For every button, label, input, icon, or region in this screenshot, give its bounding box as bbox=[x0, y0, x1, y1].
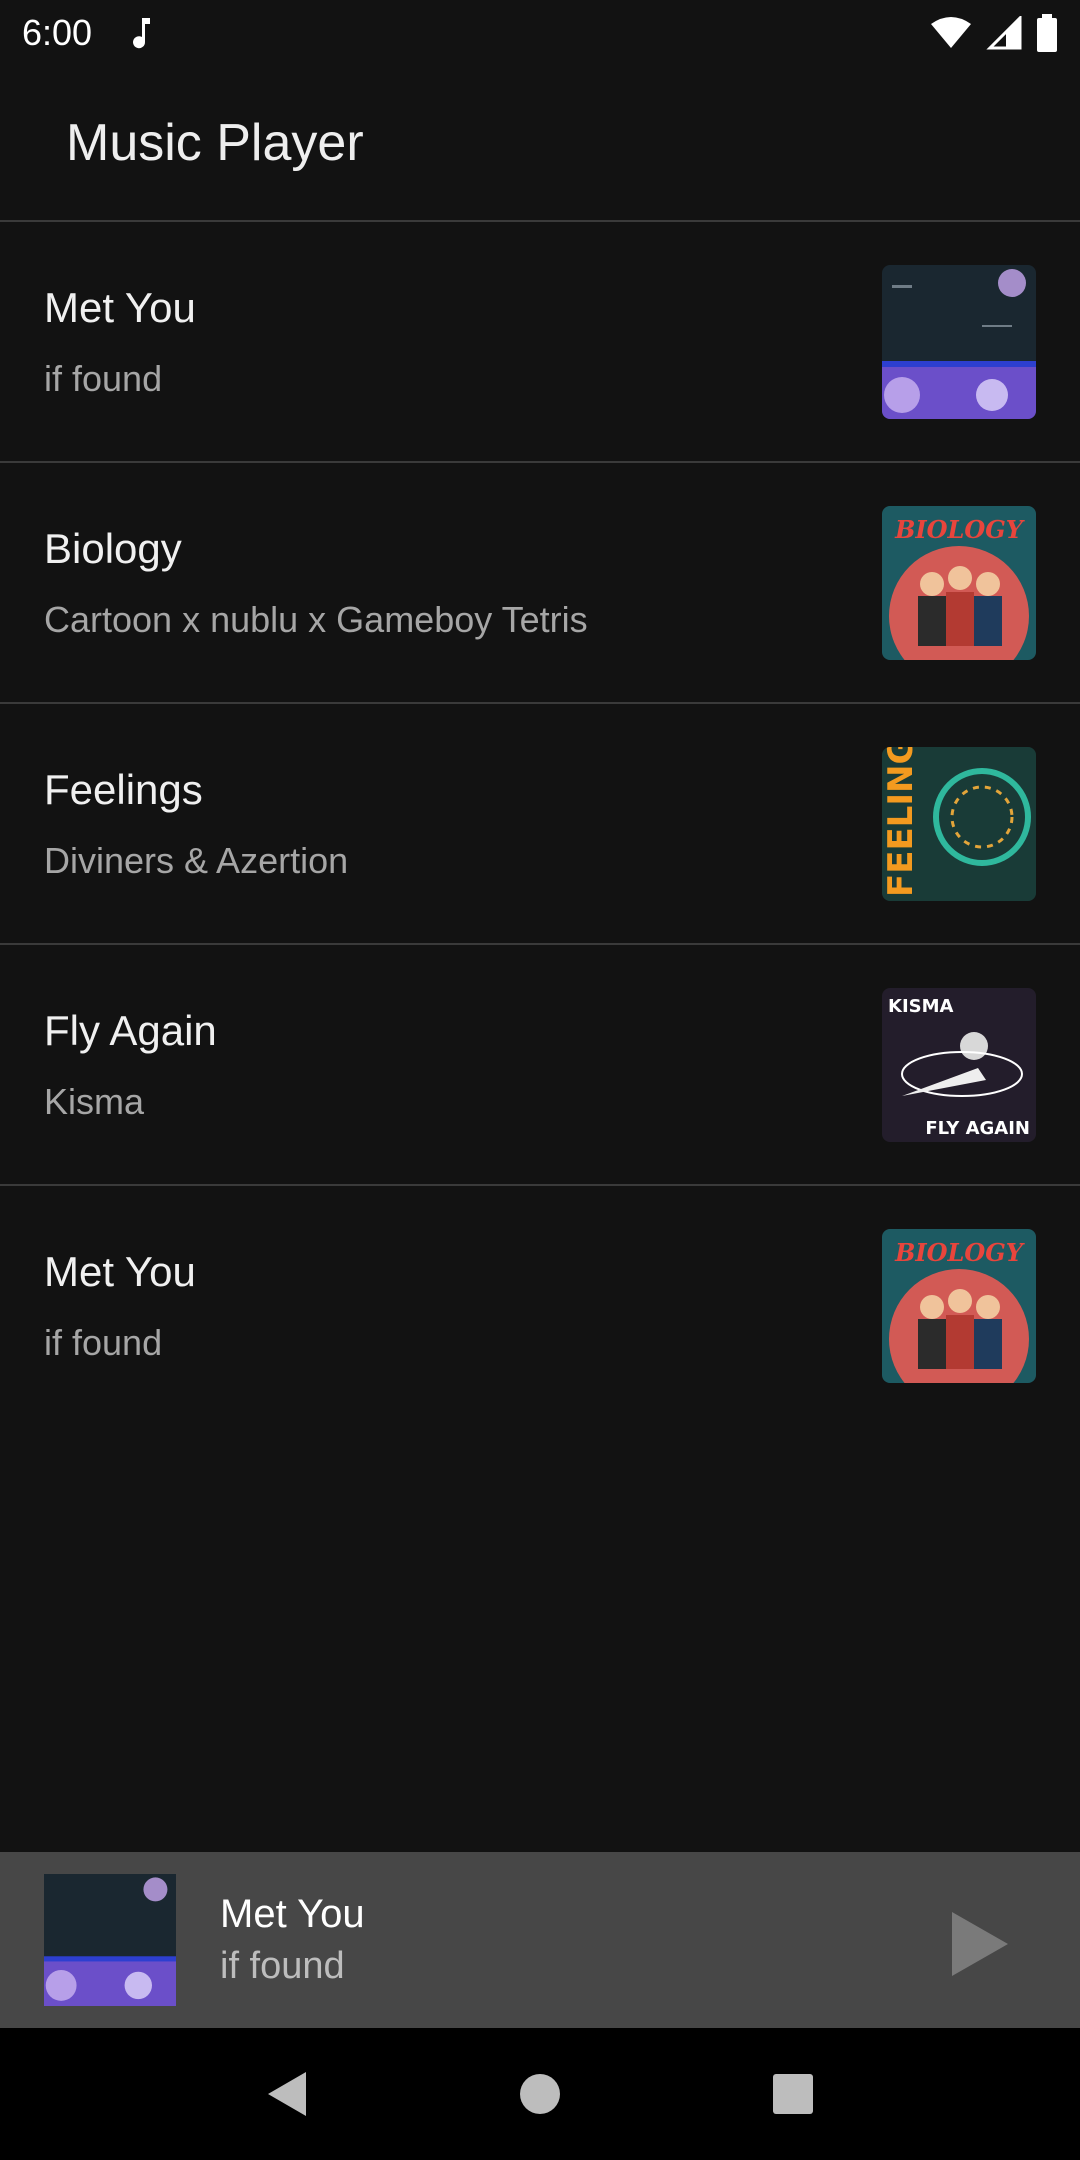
song-list: Met You if found Biology Cartoon x nublu… bbox=[0, 220, 1080, 1425]
svg-text:KISMA: KISMA bbox=[888, 996, 954, 1017]
song-title: Feelings bbox=[44, 765, 203, 813]
home-button[interactable] bbox=[510, 2064, 570, 2124]
song-text: Biology Cartoon x nublu x Gameboy Tetris bbox=[44, 525, 588, 641]
wifi-icon bbox=[931, 17, 971, 48]
svg-text:BIOLOGY: BIOLOGY bbox=[894, 515, 1026, 544]
art-feelings-icon: FEELINGS bbox=[882, 746, 1036, 901]
song-item[interactable]: Met You if found BIOLOGY bbox=[0, 1184, 1080, 1425]
song-item[interactable]: Met You if found bbox=[0, 220, 1080, 461]
status-time: 6:00 bbox=[22, 12, 93, 53]
song-artist: if found bbox=[44, 1321, 163, 1363]
back-triangle-icon bbox=[267, 2072, 306, 2116]
play-icon[interactable] bbox=[948, 1908, 1012, 1980]
signal-icon bbox=[986, 16, 1022, 50]
recents-button[interactable] bbox=[763, 2064, 823, 2124]
svg-text:BIOLOGY: BIOLOGY bbox=[894, 1238, 1026, 1267]
art-metyou-icon bbox=[882, 264, 1036, 419]
now-playing-artist: if found bbox=[220, 1945, 345, 1987]
song-artist: Kisma bbox=[44, 1080, 145, 1122]
art-biology-icon: BIOLOGY bbox=[882, 1228, 1036, 1383]
song-title: Biology bbox=[44, 524, 182, 572]
back-button[interactable] bbox=[257, 2064, 317, 2124]
svg-text:FLY AGAIN: FLY AGAIN bbox=[925, 1118, 1030, 1139]
album-art-feelings: FEELINGS bbox=[882, 746, 1036, 901]
song-text: Feelings Diviners & Azertion bbox=[44, 766, 348, 882]
song-item[interactable]: Fly Again Kisma KISMA FLY AGAIN bbox=[0, 943, 1080, 1184]
status-bar: 6:00 bbox=[0, 0, 1080, 66]
song-text: Met You if found bbox=[44, 1248, 196, 1364]
now-playing-bar[interactable]: Met You if found bbox=[0, 1852, 1080, 2028]
app-title: Music Player bbox=[66, 114, 364, 172]
battery-icon bbox=[1037, 14, 1057, 52]
music-note-icon bbox=[133, 18, 151, 49]
album-art-met-you bbox=[882, 264, 1036, 419]
song-title: Met You bbox=[44, 283, 196, 331]
recents-square-icon bbox=[773, 2074, 814, 2114]
art-flyagain-icon: KISMA FLY AGAIN bbox=[882, 987, 1036, 1142]
song-title: Met You bbox=[44, 1247, 196, 1295]
now-playing-text: Met You if found bbox=[220, 1892, 365, 1988]
album-art-fly-again: KISMA FLY AGAIN bbox=[882, 987, 1036, 1142]
home-circle-icon bbox=[519, 2074, 560, 2114]
now-playing-art bbox=[44, 1874, 176, 2006]
album-art-biology: BIOLOGY bbox=[882, 1228, 1036, 1383]
now-playing-title: Met You bbox=[220, 1892, 365, 1936]
album-art-biology: BIOLOGY bbox=[882, 505, 1036, 660]
song-title: Fly Again bbox=[44, 1006, 217, 1054]
song-item[interactable]: Biology Cartoon x nublu x Gameboy Tetris… bbox=[0, 461, 1080, 702]
song-artist: Diviners & Azertion bbox=[44, 839, 349, 881]
art-biology-icon: BIOLOGY bbox=[882, 505, 1036, 660]
song-item[interactable]: Feelings Diviners & Azertion FEELINGS bbox=[0, 702, 1080, 943]
art-metyou-icon bbox=[44, 1874, 176, 2006]
song-text: Met You if found bbox=[44, 284, 196, 400]
navigation-bar bbox=[0, 2028, 1080, 2160]
svg-text:FEELINGS: FEELINGS bbox=[882, 747, 921, 897]
song-artist: if found bbox=[44, 357, 163, 399]
song-artist: Cartoon x nublu x Gameboy Tetris bbox=[44, 598, 588, 640]
app-bar: Music Player bbox=[0, 66, 1080, 220]
song-text: Fly Again Kisma bbox=[44, 1007, 217, 1123]
